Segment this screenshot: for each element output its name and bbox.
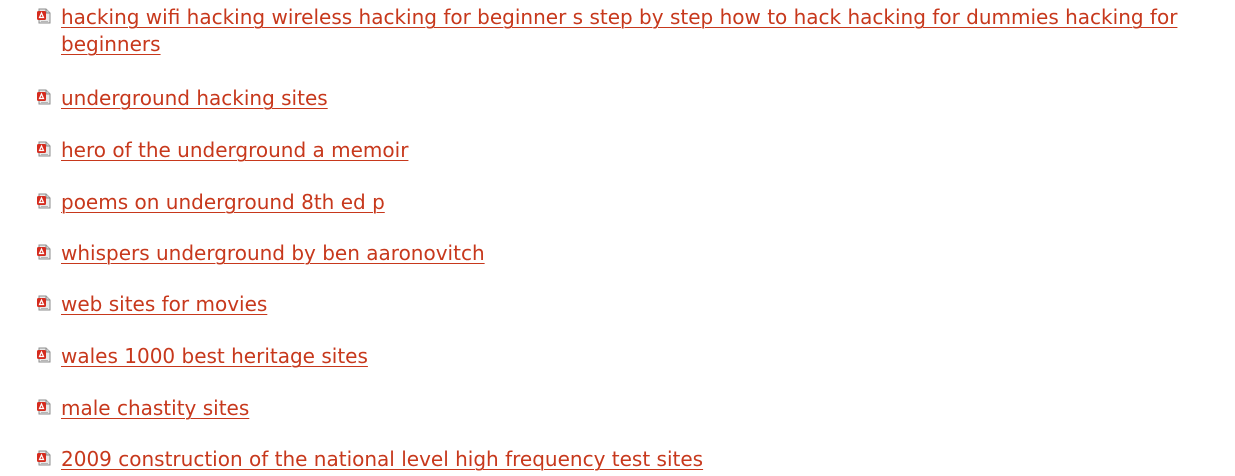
list-item: male chastity sites xyxy=(36,395,1227,422)
pdf-file-icon xyxy=(36,347,52,363)
pdf-link[interactable]: web sites for movies xyxy=(61,291,267,318)
list-item: hero of the underground a memoir xyxy=(36,137,1227,164)
pdf-link-list: hacking wifi hacking wireless hacking fo… xyxy=(0,0,1235,476)
list-item: wales 1000 best heritage sites xyxy=(36,343,1227,370)
pdf-file-icon xyxy=(36,450,52,466)
pdf-link[interactable]: hero of the underground a memoir xyxy=(61,137,408,164)
pdf-link[interactable]: male chastity sites xyxy=(61,395,249,422)
list-item: hacking wifi hacking wireless hacking fo… xyxy=(36,4,1227,58)
pdf-file-icon xyxy=(36,295,52,311)
pdf-link[interactable]: hacking wifi hacking wireless hacking fo… xyxy=(61,4,1227,58)
list-item: poems on underground 8th ed p xyxy=(36,189,1227,216)
pdf-file-icon xyxy=(36,8,52,24)
list-item: 2009 construction of the national level … xyxy=(36,446,1227,473)
list-item: underground hacking sites xyxy=(36,85,1227,112)
pdf-link[interactable]: underground hacking sites xyxy=(61,85,328,112)
pdf-link[interactable]: 2009 construction of the national level … xyxy=(61,446,703,473)
pdf-link[interactable]: wales 1000 best heritage sites xyxy=(61,343,368,370)
pdf-file-icon xyxy=(36,89,52,105)
pdf-file-icon xyxy=(36,244,52,260)
pdf-file-icon xyxy=(36,399,52,415)
pdf-link[interactable]: whispers underground by ben aaronovitch xyxy=(61,240,485,267)
pdf-file-icon xyxy=(36,141,52,157)
pdf-file-icon xyxy=(36,193,52,209)
list-item: whispers underground by ben aaronovitch xyxy=(36,240,1227,267)
pdf-link[interactable]: poems on underground 8th ed p xyxy=(61,189,385,216)
list-item: web sites for movies xyxy=(36,291,1227,318)
